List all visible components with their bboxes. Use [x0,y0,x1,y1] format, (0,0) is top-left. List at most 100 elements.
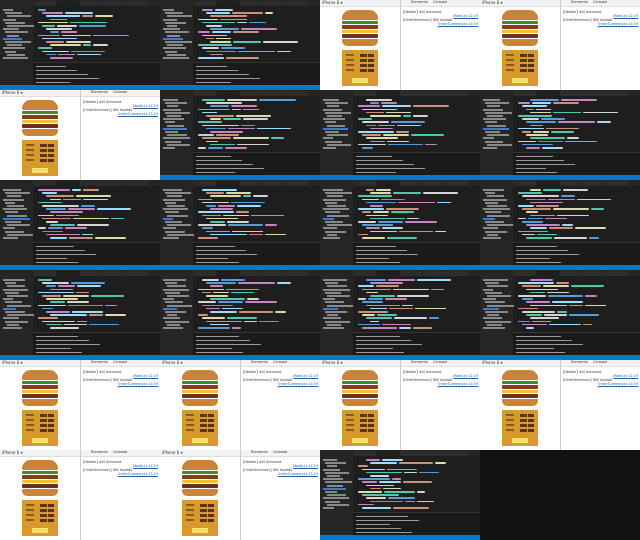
explorer-file-item[interactable] [325,500,340,503]
less-button[interactable] [520,54,527,57]
explorer-file-item[interactable] [165,121,175,124]
explorer-file-item[interactable] [163,307,177,310]
explorer-file-item[interactable] [487,124,506,127]
explorer-file-item[interactable] [327,465,337,468]
explorer-file-item[interactable] [483,147,497,149]
explorer-file-item[interactable] [7,44,22,47]
editor-tab[interactable] [514,91,536,96]
device-selector[interactable]: iPhone 6 ▾ [2,360,23,365]
editor-tab[interactable] [606,181,628,186]
explorer-file-item[interactable] [165,102,187,105]
explorer-file-item[interactable] [3,298,13,301]
more-button[interactable] [48,504,54,507]
editor-tab[interactable] [606,271,628,276]
more-button[interactable] [48,419,54,422]
explorer-file-item[interactable] [325,111,351,114]
explorer-file-item[interactable] [7,205,24,207]
more-button[interactable] [528,54,534,57]
devtools-tab-console[interactable]: Console [113,90,127,94]
explorer-file-item[interactable] [487,143,512,146]
explorer-file-item[interactable] [483,99,500,101]
editor-tab[interactable] [57,181,79,186]
explorer-file-item[interactable] [165,131,178,133]
explorer-file-item[interactable] [3,217,30,220]
explorer-file-item[interactable] [163,9,174,11]
editor-tab[interactable] [354,181,376,186]
explorer-file-item[interactable] [323,307,338,310]
explorer-file-item[interactable] [167,124,184,127]
explorer-file-item[interactable] [487,195,504,198]
explorer-file-item[interactable] [325,462,346,465]
less-button[interactable] [40,419,47,422]
explorer-file-item[interactable] [487,304,514,307]
terminal-panel[interactable] [353,152,480,175]
explorer-file-item[interactable] [485,102,509,105]
less-button[interactable] [360,64,367,67]
less-button[interactable] [40,514,47,517]
explorer-file-item[interactable] [167,314,177,317]
explorer-file-item[interactable] [167,304,192,307]
editor-tab[interactable] [126,181,148,186]
explorer-file-item[interactable] [167,15,192,18]
explorer-file-item[interactable] [327,105,339,108]
explorer-file-item[interactable] [163,198,185,201]
explorer-file-item[interactable] [7,323,19,326]
console-log-source[interactable]: Modal.js:12:19 [293,464,318,468]
explorer-file-item[interactable] [5,291,19,294]
explorer-file-item[interactable] [3,317,19,320]
less-button[interactable] [200,429,207,432]
editor-tab[interactable] [446,271,468,276]
editor-tab[interactable] [423,91,445,96]
explorer-file-item[interactable] [323,227,337,230]
explorer-file-item[interactable] [3,9,13,11]
console-log-source[interactable]: OrderSummary.js:13:19 [118,382,158,386]
explorer-file-item[interactable] [483,189,504,191]
explorer-file-item[interactable] [325,491,337,493]
terminal-panel[interactable] [513,332,640,355]
explorer-file-item[interactable] [167,134,187,137]
less-button[interactable] [40,429,47,432]
explorer-file-item[interactable] [3,198,24,201]
explorer-file-item[interactable] [485,201,498,204]
less-button[interactable] [520,419,527,422]
less-button[interactable] [40,159,47,162]
editor-tab[interactable] [80,181,102,186]
explorer-file-item[interactable] [163,237,179,239]
editor-tab[interactable] [240,271,262,276]
explorer-file-item[interactable] [163,118,184,121]
explorer-file-item[interactable] [167,224,191,227]
more-button[interactable] [208,424,214,427]
editor-tab[interactable] [606,91,628,96]
more-button[interactable] [368,424,374,427]
explorer-file-item[interactable] [3,18,16,21]
explorer-file-item[interactable] [7,224,30,227]
explorer-file-item[interactable] [487,134,509,137]
explorer-file-item[interactable] [7,15,31,18]
explorer-file-item[interactable] [5,50,16,53]
devtools-tab-elements[interactable]: Elements [251,450,268,454]
editor-tab[interactable] [423,451,445,456]
editor-tab[interactable] [80,271,102,276]
more-button[interactable] [208,509,214,512]
explorer-file-item[interactable] [483,118,506,121]
less-button[interactable] [40,144,47,147]
explorer-file-item[interactable] [483,137,494,140]
explorer-file-item[interactable] [483,198,507,201]
console-log-source[interactable]: Modal.js:12:19 [133,104,158,108]
editor-tab[interactable] [446,181,468,186]
explorer-file-item[interactable] [483,217,495,220]
explorer-file-item[interactable] [3,227,15,230]
editor-tab[interactable] [103,1,125,6]
explorer-file-item[interactable] [485,111,512,114]
less-button[interactable] [40,504,47,507]
order-now-button[interactable] [512,438,528,443]
explorer-file-item[interactable] [165,140,181,143]
editor-tab[interactable] [560,181,582,186]
devtools-tab-elements[interactable]: Elements [91,90,108,94]
more-button[interactable] [208,514,214,517]
more-button[interactable] [368,419,374,422]
devtools-tab-elements[interactable]: Elements [251,360,268,364]
devtools-tab-console[interactable]: Console [593,360,607,364]
more-button[interactable] [208,504,214,507]
console-log-source[interactable]: Modal.js:12:19 [613,374,638,378]
